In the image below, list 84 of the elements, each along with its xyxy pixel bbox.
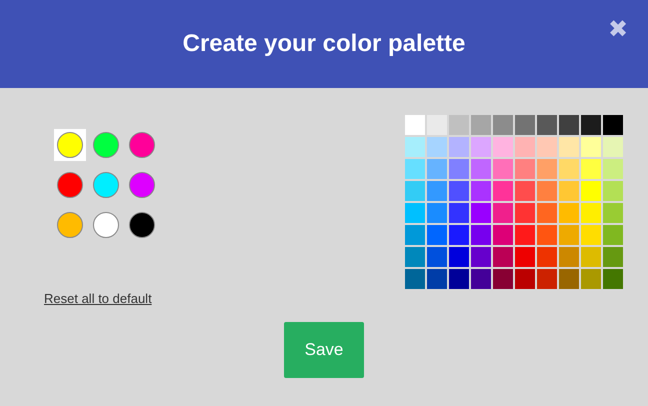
color-swatch[interactable] bbox=[581, 247, 601, 267]
color-swatch[interactable] bbox=[471, 115, 491, 135]
color-swatch[interactable] bbox=[515, 137, 535, 157]
color-swatch[interactable] bbox=[603, 115, 623, 135]
color-swatch[interactable] bbox=[537, 247, 557, 267]
color-swatch[interactable] bbox=[581, 159, 601, 179]
color-swatch[interactable] bbox=[493, 115, 513, 135]
color-swatch[interactable] bbox=[537, 137, 557, 157]
color-swatch[interactable] bbox=[515, 247, 535, 267]
color-swatch[interactable] bbox=[405, 115, 425, 135]
color-swatch[interactable] bbox=[449, 269, 469, 289]
color-swatch[interactable] bbox=[559, 181, 579, 201]
color-swatch[interactable] bbox=[515, 181, 535, 201]
color-swatch[interactable] bbox=[427, 269, 447, 289]
color-swatch[interactable] bbox=[493, 203, 513, 223]
color-swatch[interactable] bbox=[537, 115, 557, 135]
color-swatch[interactable] bbox=[493, 159, 513, 179]
reset-link[interactable]: Reset all to default bbox=[44, 289, 250, 308]
color-swatch[interactable] bbox=[603, 225, 623, 245]
color-swatch[interactable] bbox=[427, 247, 447, 267]
color-swatch[interactable] bbox=[405, 137, 425, 157]
color-swatch[interactable] bbox=[493, 225, 513, 245]
color-swatch[interactable] bbox=[559, 225, 579, 245]
color-swatch[interactable] bbox=[493, 181, 513, 201]
color-swatch[interactable] bbox=[449, 159, 469, 179]
color-swatch[interactable] bbox=[537, 225, 557, 245]
color-swatch[interactable] bbox=[449, 203, 469, 223]
color-swatch[interactable] bbox=[537, 181, 557, 201]
color-swatch[interactable] bbox=[427, 203, 447, 223]
color-swatch[interactable] bbox=[405, 181, 425, 201]
color-swatch[interactable] bbox=[515, 115, 535, 135]
color-swatch[interactable] bbox=[427, 159, 447, 179]
color-swatch[interactable] bbox=[581, 137, 601, 157]
color-swatch[interactable] bbox=[515, 225, 535, 245]
color-swatch[interactable] bbox=[603, 247, 623, 267]
close-button[interactable]: ✖ bbox=[608, 18, 628, 42]
color-swatch[interactable] bbox=[427, 181, 447, 201]
color-swatch[interactable] bbox=[515, 203, 535, 223]
color-swatch[interactable] bbox=[471, 137, 491, 157]
color-swatch[interactable] bbox=[603, 203, 623, 223]
color-swatch[interactable] bbox=[493, 247, 513, 267]
color-swatch[interactable] bbox=[537, 269, 557, 289]
color-swatch[interactable] bbox=[537, 203, 557, 223]
color-swatch[interactable] bbox=[405, 225, 425, 245]
color-swatch[interactable] bbox=[471, 225, 491, 245]
color-swatch[interactable] bbox=[493, 137, 513, 157]
color-swatch[interactable] bbox=[603, 137, 623, 157]
color-swatch[interactable] bbox=[559, 269, 579, 289]
save-button[interactable]: Save bbox=[284, 322, 364, 378]
color-swatch[interactable] bbox=[515, 159, 535, 179]
color-swatch[interactable] bbox=[581, 203, 601, 223]
color-swatch[interactable] bbox=[471, 269, 491, 289]
color-swatch[interactable] bbox=[449, 225, 469, 245]
color-swatch[interactable] bbox=[449, 181, 469, 201]
color-swatch[interactable] bbox=[493, 269, 513, 289]
color-swatch[interactable] bbox=[405, 269, 425, 289]
color-swatch[interactable] bbox=[581, 115, 601, 135]
color-swatch[interactable] bbox=[559, 115, 579, 135]
color-swatch[interactable] bbox=[515, 269, 535, 289]
color-swatch[interactable] bbox=[405, 203, 425, 223]
color-swatch[interactable] bbox=[603, 269, 623, 289]
color-swatch[interactable] bbox=[471, 203, 491, 223]
color-swatch[interactable] bbox=[471, 247, 491, 267]
color-swatch[interactable] bbox=[449, 137, 469, 157]
color-swatch[interactable] bbox=[559, 137, 579, 157]
color-swatch[interactable] bbox=[581, 181, 601, 201]
color-swatch[interactable] bbox=[449, 247, 469, 267]
palette-swatch[interactable] bbox=[54, 129, 86, 161]
color-swatch[interactable] bbox=[581, 225, 601, 245]
dialog-title: Create your color palette bbox=[182, 29, 466, 59]
color-swatch[interactable] bbox=[449, 115, 469, 135]
color-swatch[interactable] bbox=[559, 159, 579, 179]
color-swatch[interactable] bbox=[471, 159, 491, 179]
color-swatch[interactable] bbox=[427, 225, 447, 245]
color-swatch[interactable] bbox=[603, 181, 623, 201]
color-swatch[interactable] bbox=[405, 247, 425, 267]
color-swatch[interactable] bbox=[559, 203, 579, 223]
color-swatch[interactable] bbox=[603, 159, 623, 179]
color-swatch[interactable] bbox=[581, 269, 601, 289]
color-swatch[interactable] bbox=[471, 181, 491, 201]
color-swatch[interactable] bbox=[427, 137, 447, 157]
color-swatch[interactable] bbox=[537, 159, 557, 179]
color-swatch[interactable] bbox=[405, 159, 425, 179]
color-swatch[interactable] bbox=[559, 247, 579, 267]
